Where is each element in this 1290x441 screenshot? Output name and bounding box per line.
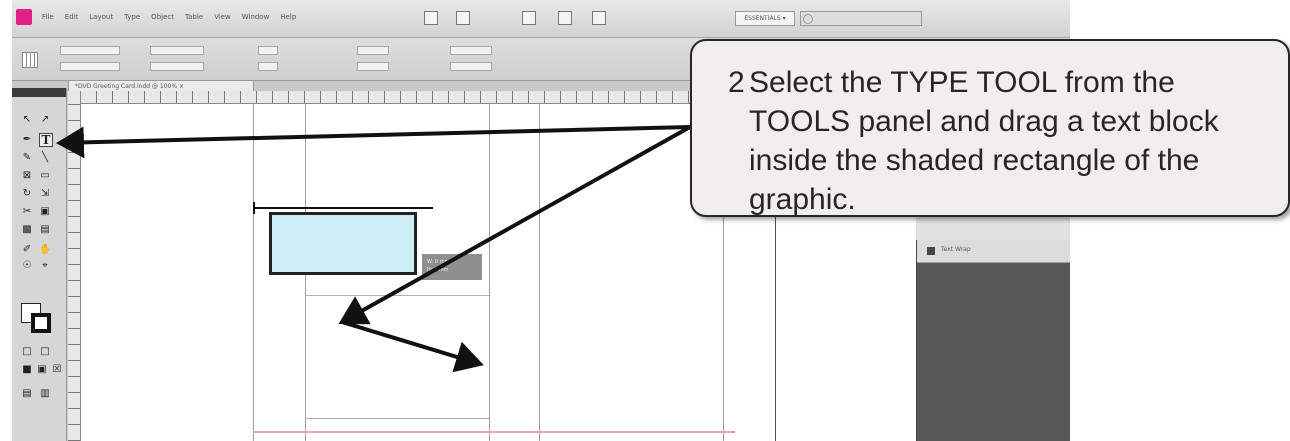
scissors-tool-icon[interactable]: ✂ [21, 206, 33, 218]
tools-panel-title-bar[interactable] [12, 88, 66, 97]
text-wrap-icon [927, 247, 935, 255]
tooltip-height: H: 0 mm [427, 267, 449, 273]
pen-tool-icon[interactable]: ✒ [21, 134, 33, 146]
tooltip-width: W: 0 mm [427, 259, 450, 265]
frame-top-guide [305, 295, 489, 296]
stroke-swatch-icon[interactable] [31, 313, 51, 333]
step-number: 2 [728, 66, 745, 99]
type-tool-icon[interactable]: T [39, 133, 53, 147]
menu-table[interactable]: Table [185, 13, 203, 21]
direct-selection-tool-icon[interactable]: ↗ [39, 114, 51, 126]
vertical-ruler[interactable] [68, 91, 81, 441]
formatting-text-icon[interactable]: □ [39, 346, 51, 358]
screen-mode-icon[interactable] [558, 11, 572, 25]
shaded-rectangle[interactable] [269, 212, 417, 275]
scale-y-field[interactable] [258, 62, 278, 71]
line-tool-icon[interactable]: ╲ [39, 152, 51, 164]
flip-options-field[interactable] [450, 62, 492, 71]
size-tooltip: W: 0 mm H: 0 mm [422, 254, 482, 280]
menu-window[interactable]: Window [242, 13, 270, 21]
gradient-swatch-tool-icon[interactable]: ▩ [21, 224, 33, 236]
panel-row-label: Text Wrap [941, 246, 971, 253]
apply-gradient-icon[interactable]: ▣ [36, 364, 48, 376]
x-position-field[interactable] [60, 46, 120, 55]
rotation-field[interactable] [357, 46, 389, 55]
normal-view-icon[interactable]: ▤ [21, 388, 33, 400]
rotate-options-field[interactable] [450, 46, 492, 55]
menu-type[interactable]: Type [124, 13, 140, 21]
formatting-container-icon[interactable]: □ [21, 346, 33, 358]
panel-row[interactable]: Text Wrap [917, 240, 1070, 263]
menu-bar: File Edit Layout Type Object Table View … [12, 0, 1070, 38]
column-guide [489, 104, 490, 441]
scale-tool-icon[interactable]: ⇲ [39, 188, 51, 200]
menu-help[interactable]: Help [280, 13, 296, 21]
apply-none-icon[interactable]: ☒ [51, 364, 63, 376]
instruction-callout: 2 Select the TYPE TOOL from the TOOLS pa… [690, 39, 1290, 217]
selection-tool-icon[interactable]: ↖ [21, 114, 33, 126]
rotate-tool-icon[interactable]: ↻ [21, 188, 33, 200]
document-tab[interactable]: *DVD Greeting Card.indd @ 100% × [68, 80, 254, 91]
cursor-bar [253, 207, 433, 209]
search-input[interactable] [800, 11, 922, 26]
app-logo-icon [16, 9, 32, 25]
rectangle-frame-tool-icon[interactable]: ⊠ [21, 170, 33, 182]
width-field[interactable] [150, 46, 204, 55]
rectangle-tool-icon[interactable]: ▭ [39, 170, 51, 182]
menu-list: File Edit Layout Type Object Table View … [42, 13, 296, 21]
height-field[interactable] [150, 62, 204, 71]
shear-field[interactable] [357, 62, 389, 71]
free-transform-tool-icon[interactable]: ▣ [39, 206, 51, 218]
hand-tool-icon[interactable]: ✋ [39, 244, 51, 256]
apply-color-icon[interactable]: ■ [21, 364, 33, 376]
menu-edit[interactable]: Edit [65, 13, 79, 21]
tools-panel: ↖ ↗ ✒ T ✎ ╲ ⊠ ▭ ↻ ⇲ ✂ ▣ ▩ ▤ ✐ ✋ ☉ ⌖ □ □ … [12, 88, 67, 441]
scale-x-field[interactable] [258, 46, 278, 55]
pencil-tool-icon[interactable]: ✎ [21, 152, 33, 164]
menu-layout[interactable]: Layout [89, 13, 113, 21]
step-instruction: Select the TYPE TOOL from the TOOLS pane… [749, 66, 1219, 216]
column-guide [539, 104, 540, 441]
reference-point-icon[interactable] [22, 52, 38, 68]
y-position-field[interactable] [60, 62, 120, 71]
workspace-switcher[interactable]: ESSENTIALS ▾ [735, 11, 795, 26]
search-icon [803, 14, 813, 24]
margin-guide [253, 431, 735, 433]
page-edge-left [253, 104, 254, 441]
arrange-documents-icon[interactable] [592, 11, 606, 25]
preview-view-icon[interactable]: ▥ [39, 388, 51, 400]
bridge-icon[interactable] [424, 11, 438, 25]
menu-view[interactable]: View [214, 13, 231, 21]
zoom-level-icon[interactable] [456, 11, 470, 25]
zoom-tool-icon[interactable]: ☉ [21, 260, 33, 272]
view-options-icon[interactable] [522, 11, 536, 25]
note-tool-icon[interactable]: ▤ [39, 224, 51, 236]
menu-object[interactable]: Object [151, 13, 174, 21]
measure-tool-icon[interactable]: ⌖ [39, 260, 51, 272]
right-panel: Text Wrap [916, 240, 1070, 441]
menu-file[interactable]: File [42, 13, 54, 21]
eyedropper-tool-icon[interactable]: ✐ [21, 244, 33, 256]
fill-stroke-swatch[interactable] [21, 303, 53, 335]
frame-bottom-guide [305, 418, 489, 419]
